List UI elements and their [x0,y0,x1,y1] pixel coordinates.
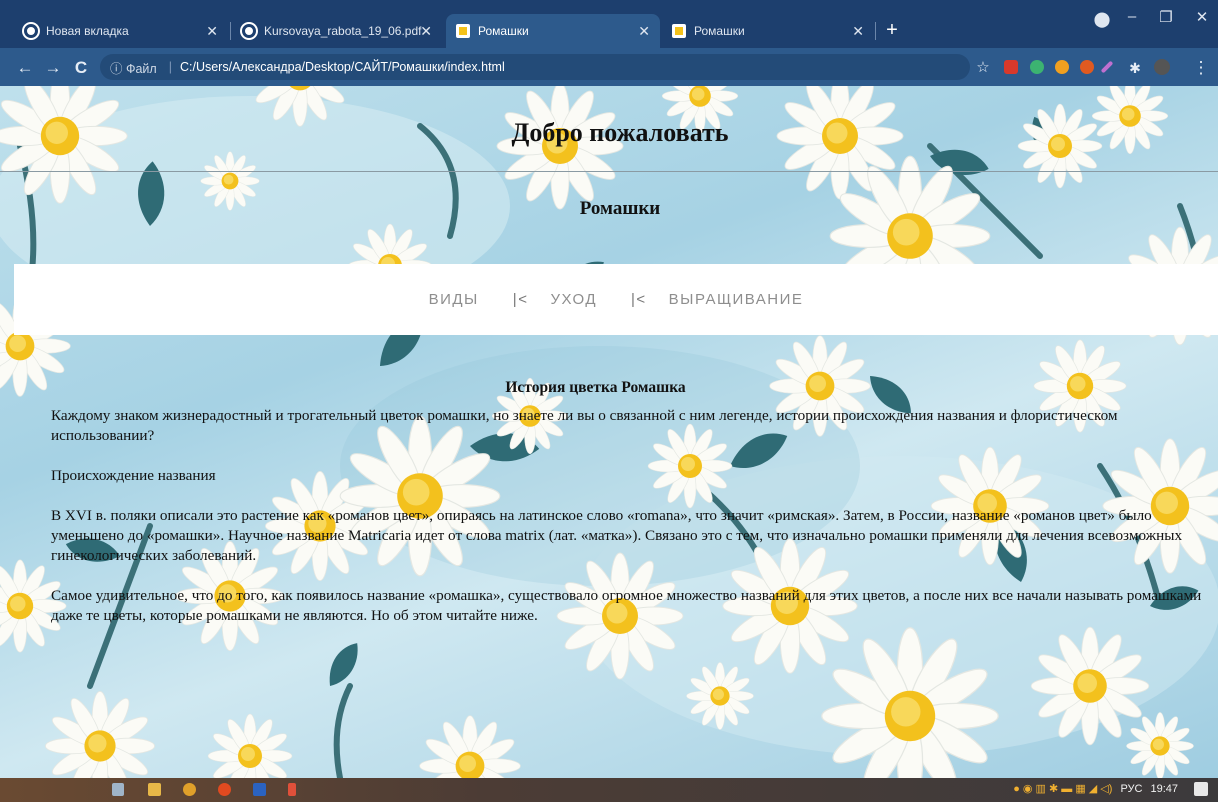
clock[interactable]: 19:47 [1150,783,1178,795]
system-tray: ● ◉ ▥ ✱ ▬ ▦ ◢ ◁) РУС 19:47 [1013,782,1178,796]
extensions-puzzle-icon[interactable]: ✱ [1124,57,1146,79]
menu-dots-icon[interactable]: ⋮ [1190,57,1212,79]
restore-icon[interactable]: ❐ [1146,8,1186,26]
article-paragraph: Каждому знаком жизнерадостный и трогател… [51,407,1118,444]
close-icon[interactable]: ✕ [852,23,864,40]
word-icon[interactable] [253,783,266,796]
extension-icon[interactable] [1055,60,1069,74]
reload-icon[interactable]: C [70,57,92,79]
browser-toolbar: ← → C ⓘ Файл | C:/Users/Александра/Deskt… [0,48,1218,86]
language-indicator[interactable]: РУС [1120,783,1142,795]
extension-icon[interactable] [1030,60,1044,74]
notifications-icon[interactable] [1194,782,1208,796]
tab-new-tab[interactable]: Новая вкладка ✕ [14,14,228,48]
extension-icon[interactable] [1004,60,1018,74]
tab-title: Ромашки [478,24,529,38]
article-paragraph: В XVI в. поляки описали это растение как… [51,507,1183,564]
avatar[interactable] [1154,59,1170,75]
article: История цветка Ромашка Каждому знаком жи… [51,378,1216,646]
back-icon[interactable]: ← [14,57,36,79]
site-info-label[interactable]: ⓘ Файл [110,58,157,77]
extension-icon[interactable] [1100,60,1114,74]
file-explorer-icon[interactable] [148,783,161,796]
nav-link-ukhod[interactable]: УХОД [550,291,597,308]
chrome-taskbar-icon[interactable] [183,783,196,796]
main-navigation: ВИДЫ |< УХОД |< ВЫРАЩИВАНИЕ [14,264,1218,335]
opera-icon[interactable] [218,783,231,796]
sublime-icon[interactable] [288,783,296,796]
header-divider [0,171,1218,172]
nav-separator: |< [512,291,529,308]
tab-separator [875,22,876,40]
forward-icon[interactable]: → [42,57,64,79]
close-window-icon[interactable]: ✕ [1182,8,1218,26]
close-icon[interactable]: ✕ [420,23,432,40]
browser-tab-strip: Новая вкладка ✕ Kursovaya_rabota_19_06.p… [0,0,1218,48]
chrome-icon [242,24,256,38]
nav-link-vidy[interactable]: ВИДЫ [429,291,479,308]
tab-romashki-active[interactable]: Ромашки ✕ [446,14,660,48]
url-separator: | [168,60,172,74]
extension-icon[interactable] [1080,60,1094,74]
tab-separator [230,22,231,40]
close-icon[interactable]: ✕ [638,23,650,40]
tab-title: Kursovaya_rabota_19_06.pdf [264,24,422,38]
tray-icons[interactable]: ● ◉ ▥ ✱ ▬ ▦ ◢ ◁) [1013,782,1112,795]
close-icon[interactable]: ✕ [206,23,218,40]
chrome-icon [24,24,38,38]
page-subtitle: Ромашки [579,198,661,219]
article-heading: История цветка Ромашка [505,379,686,396]
tab-title: Ромашки [694,24,745,38]
page-viewport: Добро пожаловать Ромашки ВИДЫ |< УХОД |<… [0,86,1218,778]
new-tab-button[interactable]: + [880,16,904,44]
nav-separator: |< [631,291,647,308]
nav-link-vyrashchivanie[interactable]: ВЫРАЩИВАНИЕ [669,291,804,308]
page-title: Добро пожаловать [511,118,729,147]
article-paragraph: Самое удивительное, что до того, как поя… [51,587,1202,624]
tab-pdf[interactable]: Kursovaya_rabota_19_06.pdf ✕ [232,14,442,48]
tab-title: Новая вкладка [46,24,129,38]
os-taskbar: ● ◉ ▥ ✱ ▬ ▦ ◢ ◁) РУС 19:47 [0,778,1218,802]
article-subheading: Происхождение названия [51,467,216,484]
tab-romashki[interactable]: Ромашки ✕ [662,14,874,48]
url-text[interactable]: C:/Users/Александра/Desktop/САЙТ/Ромашки… [180,60,505,74]
task-view-icon[interactable] [112,783,124,796]
daisy-favicon-icon [456,24,470,38]
daisy-favicon-icon [672,24,686,38]
bookmark-star-icon[interactable]: ☆ [972,57,994,79]
address-bar[interactable]: ⓘ Файл | C:/Users/Александра/Desktop/САЙ… [100,54,970,80]
